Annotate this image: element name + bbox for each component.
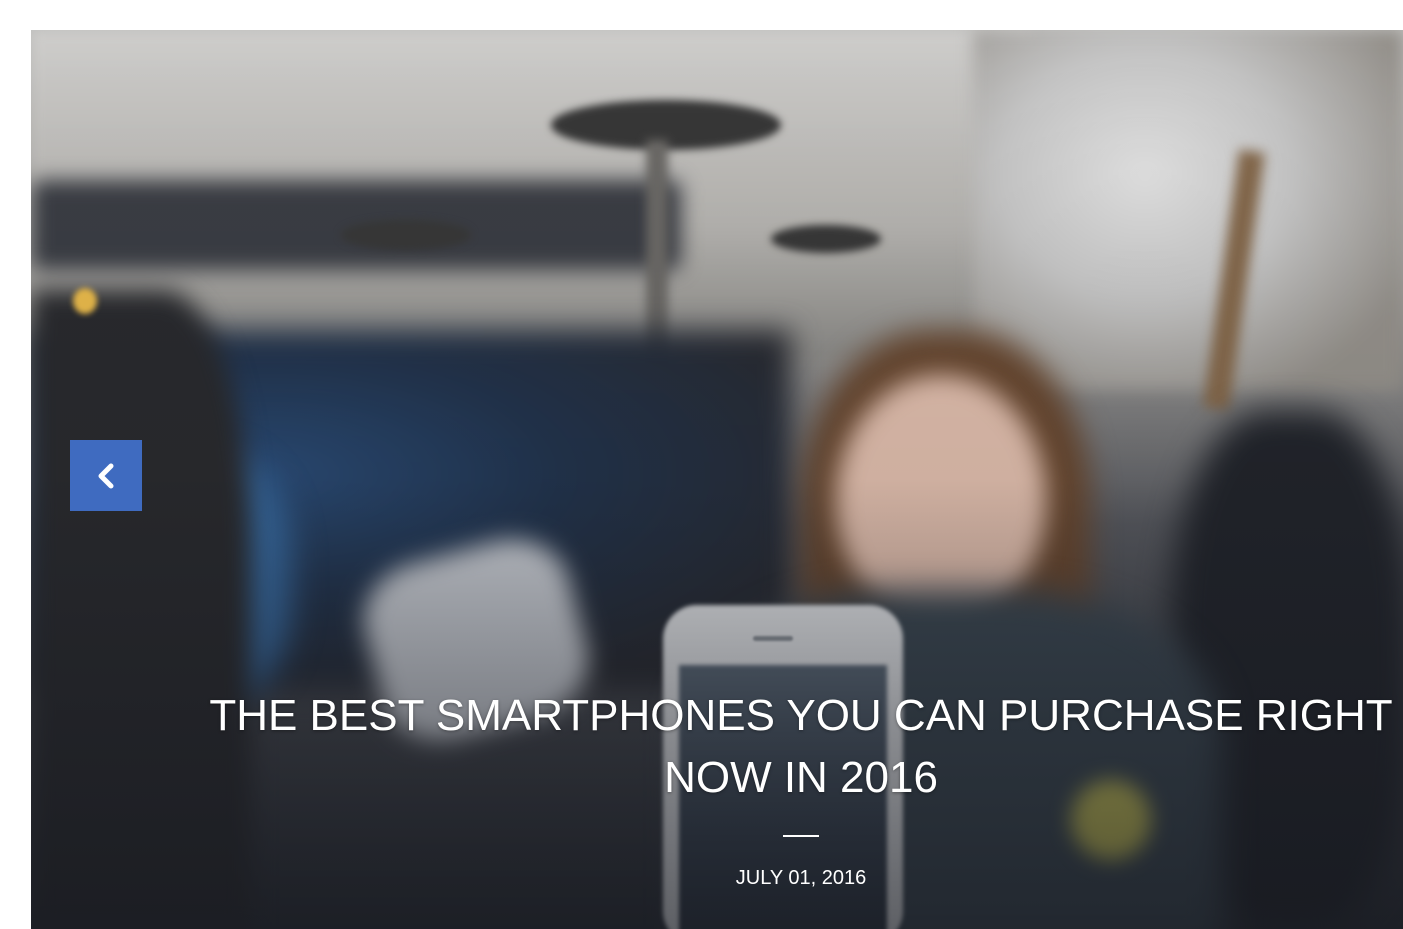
slide-caption: THE BEST SMARTPHONES YOU CAN PURCHASE RI…	[201, 685, 1401, 890]
title-divider	[783, 835, 819, 837]
featured-slider: THE BEST SMARTPHONES YOU CAN PURCHASE RI…	[31, 30, 1403, 929]
page: THE BEST SMARTPHONES YOU CAN PURCHASE RI…	[0, 0, 1403, 929]
slide-title[interactable]: THE BEST SMARTPHONES YOU CAN PURCHASE RI…	[201, 685, 1401, 809]
chevron-left-icon	[95, 462, 117, 490]
slide-date: JULY 01, 2016	[735, 867, 867, 889]
slider-prev-button[interactable]	[70, 440, 142, 511]
